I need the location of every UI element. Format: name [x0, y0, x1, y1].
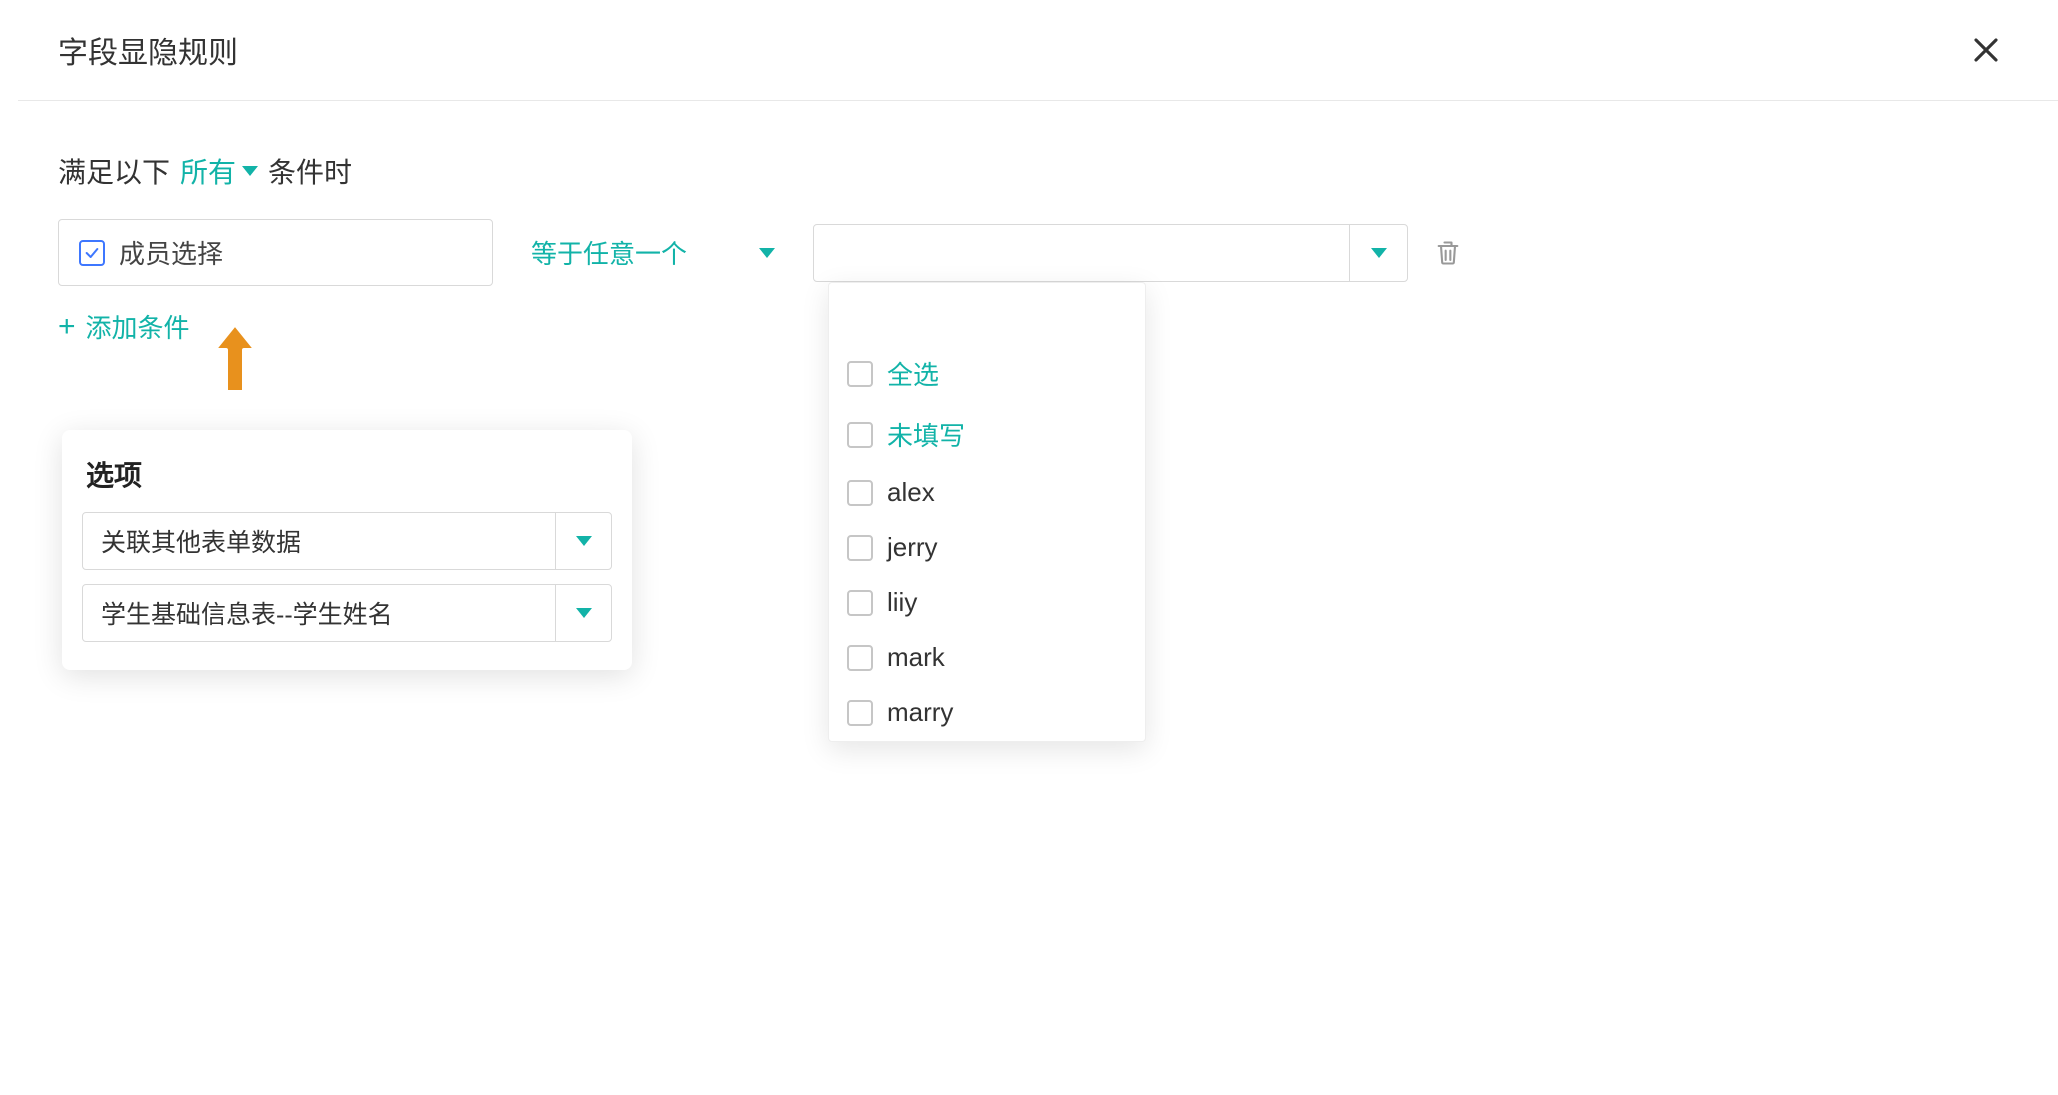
chevron-down-icon [1371, 248, 1387, 258]
linked-field-select[interactable]: 学生基础信息表--学生姓名 [82, 584, 612, 642]
empty-option[interactable]: 未填写 [829, 404, 1145, 465]
dropdown-search [829, 283, 1145, 341]
value-dropdown-panel: 全选 未填写 alex jerry liiy mark [828, 282, 1146, 742]
dropdown-option[interactable]: marry [829, 685, 1145, 740]
plus-icon: + [58, 312, 76, 342]
dropdown-option[interactable]: mark [829, 630, 1145, 685]
dropdown-list[interactable]: 全选 未填写 alex jerry liiy mark [829, 341, 1145, 741]
option-label: alex [887, 477, 935, 508]
condition-sentence: 满足以下 所有 条件时 [58, 151, 2018, 191]
field-visibility-rule-modal: 字段显隐规则 满足以下 所有 条件时 成员选择 等于任意一个 [18, 0, 2058, 1095]
field-label: 成员选择 [119, 234, 223, 271]
option-label: liiy [887, 587, 917, 618]
checkbox[interactable] [847, 480, 873, 506]
arrow-annotation [208, 318, 262, 403]
condition-mode-label: 所有 [180, 151, 236, 191]
add-condition-label: 添加条件 [86, 308, 190, 345]
option-label: mark [887, 642, 945, 673]
field-select[interactable]: 成员选择 [58, 219, 493, 286]
value-select[interactable] [813, 224, 1408, 282]
empty-label: 未填写 [887, 416, 965, 453]
value-display [814, 225, 1349, 281]
options-panel-title: 选项 [82, 454, 612, 494]
close-button[interactable] [1966, 30, 2006, 70]
data-source-value: 关联其他表单数据 [83, 513, 555, 569]
member-select-icon [79, 240, 105, 266]
condition-prefix: 满足以下 [58, 151, 170, 191]
option-label: jerry [887, 532, 938, 563]
data-source-select[interactable]: 关联其他表单数据 [82, 512, 612, 570]
dropdown-option[interactable]: liiy [829, 575, 1145, 630]
checkbox[interactable] [847, 361, 873, 387]
linked-field-value: 学生基础信息表--学生姓名 [83, 585, 555, 641]
chevron-down-icon [242, 166, 258, 176]
dropdown-option[interactable]: jerry [829, 520, 1145, 575]
checkbox[interactable] [847, 535, 873, 561]
dropdown-option[interactable]: alex [829, 465, 1145, 520]
option-label: marry [887, 697, 953, 728]
modal-header: 字段显隐规则 [18, 0, 2058, 101]
checkbox[interactable] [847, 645, 873, 671]
chevron-down-icon [759, 248, 775, 258]
select-all-label: 全选 [887, 355, 939, 392]
condition-suffix: 条件时 [268, 151, 352, 191]
options-panel: 选项 关联其他表单数据 学生基础信息表--学生姓名 [62, 430, 632, 670]
select-all-option[interactable]: 全选 [829, 343, 1145, 404]
close-icon [1971, 35, 2001, 65]
condition-row: 成员选择 等于任意一个 [58, 219, 2018, 286]
operator-label: 等于任意一个 [531, 234, 687, 271]
chevron-down-icon [576, 608, 592, 618]
value-dropdown-button[interactable] [1349, 225, 1407, 281]
checkbox[interactable] [847, 590, 873, 616]
add-condition-button[interactable]: + 添加条件 [58, 308, 190, 345]
chevron-down-icon [1386, 544, 1402, 554]
value-dropdown-button[interactable] [1364, 521, 1422, 577]
condition-mode-select[interactable]: 所有 [180, 151, 258, 191]
modal-title: 字段显隐规则 [58, 28, 238, 72]
operator-select[interactable]: 等于任意一个 [513, 220, 793, 285]
dropdown-search-input[interactable] [855, 301, 1143, 327]
arrow-up-icon [208, 318, 262, 398]
chevron-down-icon [576, 536, 592, 546]
trash-icon [1434, 239, 1462, 267]
delete-condition-button[interactable] [1428, 233, 1468, 273]
checkbox[interactable] [847, 700, 873, 726]
checkbox[interactable] [847, 422, 873, 448]
